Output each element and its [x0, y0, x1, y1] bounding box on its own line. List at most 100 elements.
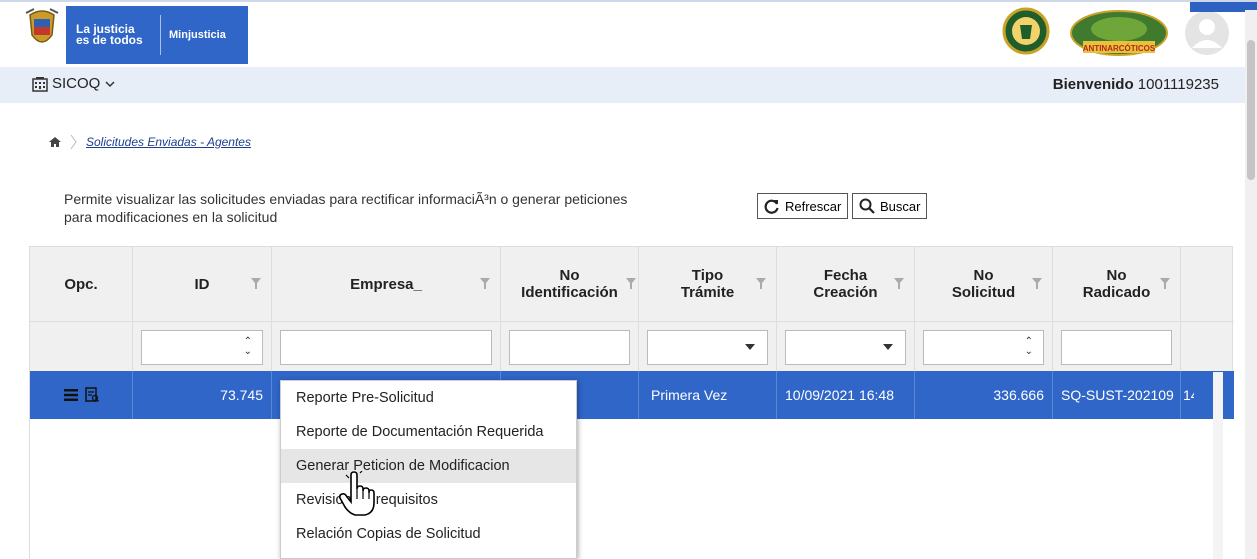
menu-item-relacion-copias[interactable]: Relación Copias de Solicitud [281, 517, 576, 551]
breadcrumb-separator-icon [70, 134, 77, 150]
column-header-tipo-tramite[interactable]: Tipo Trámite [639, 247, 777, 321]
description-line-2: para modificaciones en la solicitud [64, 209, 278, 225]
column-header-no-solicitud[interactable]: No Solicitud [915, 247, 1053, 321]
refresh-label: Refrescar [785, 198, 842, 214]
chevron-down-icon [105, 80, 115, 87]
filter-cell-no-solicitud: ⌃ ⌄ [915, 322, 1053, 372]
row-tipo-tramite-cell: Primera Vez [639, 371, 777, 419]
header-line-2: Solicitud [951, 284, 1016, 301]
caret-down-icon [883, 344, 893, 350]
filter-icon[interactable] [756, 278, 766, 290]
grid-vertical-scrollbar[interactable] [1213, 372, 1223, 559]
caret-down-icon [745, 344, 755, 350]
grid-body-empty [30, 419, 1234, 559]
header-line-2: Creación [813, 284, 878, 301]
building-icon [32, 76, 48, 92]
no-identificacion-filter-input[interactable] [509, 330, 630, 365]
filter-cell-no-radicado [1053, 322, 1181, 372]
breadcrumb: Solicitudes Enviadas - Agentes [48, 134, 251, 150]
search-label: Buscar [880, 198, 921, 214]
colombia-coat-of-arms-logo [25, 8, 59, 43]
spinner-icon[interactable]: ⌃ ⌄ [1025, 337, 1033, 357]
header-line-1: No [1106, 267, 1127, 284]
police-emblem-logo [1002, 7, 1050, 55]
header-line-2: Identificación [521, 284, 618, 301]
filter-cell-id: ⌃ ⌄ [133, 322, 272, 372]
column-header-label: No Solicitud [952, 267, 1015, 301]
filter-cell-no-identificacion [501, 322, 639, 372]
search-icon [859, 198, 875, 214]
brand-slogan: La justicia es de todos [66, 23, 160, 46]
id-filter-input[interactable]: ⌃ ⌄ [141, 330, 263, 365]
empresa-filter-input[interactable] [280, 330, 492, 365]
column-header-no-radicado[interactable]: No Radicado [1053, 247, 1181, 321]
antinarcoticos-label: ANTINARCÓTICOS [1083, 44, 1156, 53]
ministry-label: Minjusticia [169, 29, 226, 41]
tipo-tramite-filter-select[interactable] [647, 330, 768, 365]
spinner-icon[interactable]: ⌃ ⌄ [244, 337, 252, 357]
column-header-label: Empresa_ [350, 275, 422, 293]
app-menu-dropdown[interactable]: SICOQ [32, 75, 116, 92]
row-context-menu: Reporte Pre-Solicitud Reporte de Documen… [280, 380, 577, 559]
header-line-2: Trámite [680, 284, 735, 301]
menu-item-generar-peticion[interactable]: Generar Peticion de Modificacion [281, 449, 576, 483]
column-header-fecha-creacion[interactable]: Fecha Creación [777, 247, 915, 321]
header-line-2: Radicado [1082, 284, 1151, 301]
table-row[interactable]: 73.745 Primera Vez 10/09/2021 16:48 336.… [30, 371, 1234, 419]
hand-cursor-icon [339, 471, 375, 516]
page-vertical-scrollbar[interactable] [1245, 10, 1257, 559]
filter-icon[interactable] [480, 278, 490, 290]
breadcrumb-current-link[interactable]: Solicitudes Enviadas - Agentes [86, 135, 251, 149]
app-name: SICOQ [52, 75, 101, 92]
header-line-1: Tipo [691, 267, 724, 284]
column-header-label: Opc. [64, 275, 98, 293]
filter-cell-fecha-creacion [777, 322, 915, 372]
no-solicitud-filter-input[interactable]: ⌃ ⌄ [923, 330, 1044, 365]
hamburger-menu-icon[interactable] [63, 388, 79, 402]
column-header-label: No Identificación [521, 267, 618, 301]
filter-icon[interactable] [251, 278, 261, 290]
grid-filter-row: ⌃ ⌄ ⌃ ⌄ [30, 321, 1234, 372]
header-line-1: Fecha [823, 267, 868, 284]
filter-icon[interactable] [1160, 278, 1170, 290]
menu-item-reporte-pre-solicitud[interactable]: Reporte Pre-Solicitud [281, 381, 576, 415]
column-header-label: No Radicado [1083, 267, 1151, 301]
column-header-no-identificacion[interactable]: No Identificación [501, 247, 639, 321]
row-no-solicitud-cell: 336.666 [915, 371, 1053, 419]
refresh-button[interactable]: Refrescar [757, 193, 849, 219]
top-header: La justicia es de todos Minjusticia ANTI… [0, 0, 1257, 67]
row-options-cell [30, 371, 133, 419]
filter-icon[interactable] [626, 278, 636, 290]
user-avatar-icon[interactable] [1184, 10, 1230, 56]
filter-cell-opc [30, 322, 133, 372]
welcome-label: Bienvenido [1052, 76, 1134, 93]
menu-item-revision-requisitos[interactable]: Revision de requisitos [281, 483, 576, 517]
fecha-creacion-filter-select[interactable] [785, 330, 906, 365]
filter-icon[interactable] [894, 278, 904, 290]
row-id-cell: 73.745 [133, 371, 272, 419]
column-header-id[interactable]: ID [133, 247, 272, 321]
row-no-radicado-cell: SQ-SUST-202109 [1053, 371, 1181, 419]
column-header-label: ID [194, 275, 210, 293]
user-id: 1001119235 [1137, 76, 1219, 93]
row-fecha-creacion-cell: 10/09/2021 16:48 [777, 371, 915, 419]
header-line-1: No [559, 267, 580, 284]
page-description: Permite visualizar las solicitudes envia… [64, 190, 744, 226]
filter-cell-tipo-tramite [639, 322, 777, 372]
description-line-1: Permite visualizar las solicitudes envia… [64, 191, 628, 207]
column-header-empresa[interactable]: Empresa_ [272, 247, 501, 321]
document-search-icon[interactable] [85, 387, 99, 403]
menu-item-reporte-documentacion[interactable]: Reporte de Documentación Requerida [281, 415, 576, 449]
app-subbar: SICOQ Bienvenido 1001119235 [0, 67, 1245, 103]
scrollbar-thumb[interactable] [1247, 40, 1255, 180]
home-icon[interactable] [48, 136, 62, 148]
filter-icon[interactable] [1032, 278, 1042, 290]
no-radicado-filter-input[interactable] [1061, 330, 1172, 365]
brand-banner[interactable]: La justicia es de todos Minjusticia [66, 6, 248, 64]
search-button[interactable]: Buscar [852, 193, 928, 219]
refresh-icon [764, 199, 779, 214]
header-line-1: No [973, 267, 994, 284]
antinarcoticos-emblem-logo: ANTINARCÓTICOS [1070, 10, 1168, 56]
filter-cell-empresa [272, 322, 501, 372]
welcome-message: Bienvenido 1001119235 [1053, 76, 1219, 93]
